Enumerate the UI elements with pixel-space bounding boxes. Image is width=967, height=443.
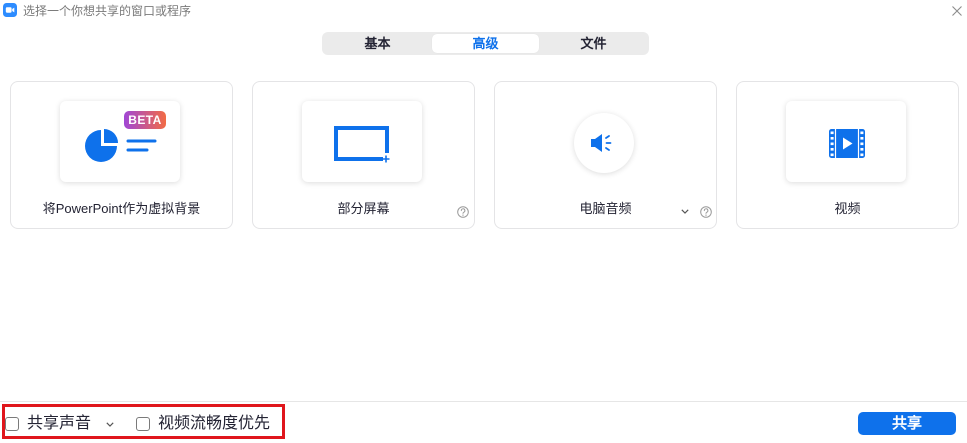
- share-button[interactable]: 共享: [858, 412, 956, 435]
- optimize-video-label[interactable]: 视频流畅度优先: [158, 414, 270, 434]
- card-powerpoint-background[interactable]: BETA 将PowerPoint作为虚拟背景: [10, 81, 233, 229]
- card-video-label: 视频: [834, 201, 861, 216]
- card-video[interactable]: 视频: [736, 81, 959, 229]
- card-portion-of-screen[interactable]: 部分屏幕: [252, 81, 475, 229]
- tab-advanced[interactable]: 高级: [432, 34, 539, 53]
- tab-basic[interactable]: 基本: [324, 34, 431, 53]
- footer-divider: [0, 401, 967, 402]
- video-tile: [786, 101, 906, 182]
- share-screen-window: 选择一个你想共享的窗口或程序 基本 高级 文件 BETA 将PowerPoint…: [0, 0, 967, 443]
- speaker-icon: [591, 134, 612, 152]
- card-computer-audio[interactable]: 电脑音频: [494, 81, 717, 229]
- card-powerpoint-label: 将PowerPoint作为虚拟背景: [42, 201, 201, 216]
- question-circle-icon[interactable]: [700, 206, 712, 218]
- close-icon[interactable]: [952, 6, 962, 16]
- tab-files[interactable]: 文件: [540, 34, 647, 53]
- chevron-down-icon[interactable]: [106, 422, 114, 427]
- tab-files-label: 文件: [580, 36, 607, 51]
- card-portion-label: 部分屏幕: [337, 201, 390, 216]
- chevron-down-icon[interactable]: [681, 209, 689, 214]
- tab-basic-label: 基本: [364, 36, 391, 51]
- screen-portion-icon: [334, 126, 390, 163]
- video-film-icon: [829, 129, 865, 158]
- powerpoint-tile: BETA: [60, 101, 180, 182]
- share-mode-tabs: 基本 高级 文件: [322, 32, 649, 55]
- pie-chart-icon: [85, 129, 118, 162]
- beta-badge: BETA: [124, 111, 166, 129]
- portion-tile: [302, 101, 422, 182]
- tab-advanced-label: 高级: [472, 36, 499, 51]
- optimize-video-checkbox[interactable]: [136, 417, 150, 431]
- share-sound-label[interactable]: 共享声音: [27, 414, 91, 434]
- question-circle-icon[interactable]: [457, 206, 469, 218]
- window-title: 选择一个你想共享的窗口或程序: [23, 4, 192, 18]
- audio-circle: [574, 113, 634, 173]
- text-lines-icon: [126, 139, 157, 152]
- zoom-app-icon: [3, 3, 17, 17]
- share-sound-checkbox[interactable]: [5, 417, 19, 431]
